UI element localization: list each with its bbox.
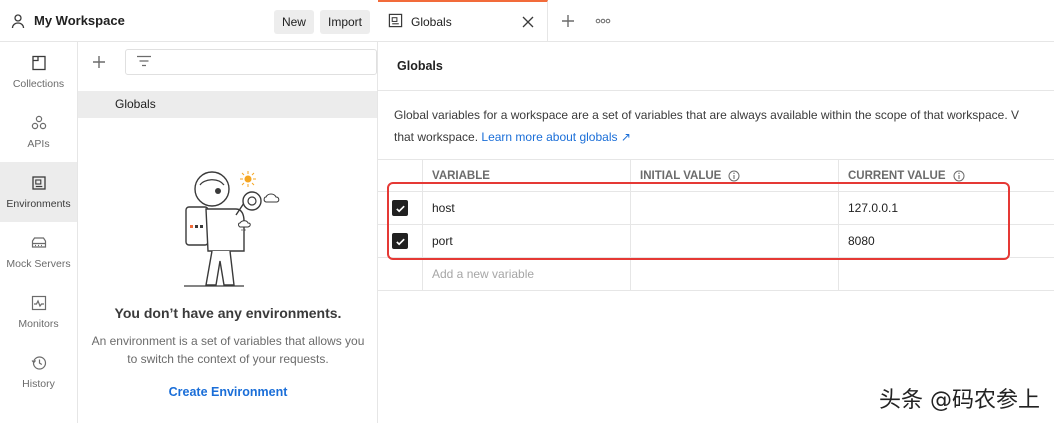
tab-globals[interactable]: Globals <box>378 0 548 41</box>
user-icon <box>10 13 26 29</box>
info-icon[interactable] <box>953 170 965 182</box>
rail-label-environments: Environments <box>6 198 71 210</box>
table-row: port 8080 <box>378 225 1054 258</box>
rail-item-history[interactable]: History <box>0 342 77 402</box>
plus-icon <box>562 14 574 27</box>
new-tab-button[interactable] <box>548 0 588 41</box>
add-variable-input[interactable]: Add a new variable <box>423 258 631 290</box>
rail-item-mock-servers[interactable]: Mock Servers <box>0 222 77 282</box>
rail-item-apis[interactable]: APIs <box>0 102 77 162</box>
environments-icon <box>31 176 46 190</box>
empty-state-description: An environment is a set of variables tha… <box>91 334 365 366</box>
header-variable-label: VARIABLE <box>432 169 490 182</box>
filter-input[interactable] <box>124 49 377 75</box>
rail-label-collections: Collections <box>12 78 65 90</box>
tab-label: Globals <box>411 14 452 29</box>
header-current-label: CURRENT VALUE <box>848 169 946 182</box>
variable-name-cell[interactable]: port <box>423 225 631 257</box>
header-current-value: CURRENT VALUE <box>839 160 1054 191</box>
history-icon <box>31 356 46 370</box>
globals-description: Global variables for a workspace are a s… <box>394 104 1054 148</box>
check-icon <box>395 205 405 212</box>
add-current-value-input[interactable] <box>839 258 1054 290</box>
learn-more-link[interactable]: Learn more about globals ↗ <box>481 130 630 144</box>
current-value-cell[interactable]: 8080 <box>839 225 1054 257</box>
description-line-2-text: that workspace. <box>394 130 479 144</box>
workspace-header: My Workspace New Import <box>0 0 378 42</box>
header-initial-label: INITIAL VALUE <box>640 169 722 182</box>
add-environment-icon[interactable] <box>90 53 108 71</box>
rail-label-mock-servers: Mock Servers <box>6 258 71 270</box>
astronaut-illustration <box>184 171 280 287</box>
rail-label-history: History <box>22 378 55 390</box>
row-checkbox[interactable] <box>392 233 408 249</box>
monitors-icon <box>31 295 46 311</box>
description-line-2: that workspace. Learn more about globals… <box>394 126 1054 148</box>
row-checkbox[interactable] <box>392 200 408 216</box>
rail-item-monitors[interactable]: Monitors <box>0 282 77 342</box>
add-variable-row: Add a new variable <box>378 258 1054 291</box>
workspace-title[interactable]: My Workspace <box>34 13 125 28</box>
info-icon[interactable] <box>728 170 740 182</box>
header-initial-value: INITIAL VALUE <box>631 160 839 191</box>
more-tabs-button[interactable] <box>588 0 618 41</box>
environment-tab-icon <box>388 13 403 31</box>
mock-servers-icon <box>31 237 46 248</box>
current-value-cell[interactable]: 127.0.0.1 <box>839 192 1054 224</box>
apis-icon <box>31 115 46 130</box>
create-environment-link[interactable]: Create Environment <box>78 385 378 399</box>
tab-bar: Globals <box>378 0 1054 42</box>
globals-item[interactable]: Globals <box>78 91 377 118</box>
rail-item-collections[interactable]: Collections <box>0 42 77 102</box>
variables-table: VARIABLE INITIAL VALUE CURRENT VALUE hos… <box>378 159 1054 291</box>
initial-value-cell[interactable] <box>631 192 839 224</box>
variable-name-cell[interactable]: host <box>423 192 631 224</box>
description-line-1: Global variables for a workspace are a s… <box>394 108 1019 122</box>
empty-state-title: You don’t have any environments. <box>114 305 342 321</box>
close-icon[interactable] <box>521 15 535 29</box>
table-header-row: VARIABLE INITIAL VALUE CURRENT VALUE <box>378 160 1054 192</box>
add-initial-value-input[interactable] <box>631 258 839 290</box>
rail-label-apis: APIs <box>27 138 50 150</box>
collections-icon <box>31 55 46 71</box>
filter-icon <box>136 55 152 70</box>
table-row: host 127.0.0.1 <box>378 192 1054 225</box>
environments-panel: Globals You don’t have any environments.… <box>78 42 378 423</box>
check-icon <box>395 238 405 245</box>
sidebar-rail: Collections APIs Environments Mock Serve… <box>0 42 78 423</box>
initial-value-cell[interactable] <box>631 225 839 257</box>
content-header: Globals <box>378 42 1054 91</box>
new-button[interactable]: New <box>273 10 314 34</box>
import-button[interactable]: Import <box>319 10 370 34</box>
page-title: Globals <box>397 59 443 73</box>
header-variable: VARIABLE <box>423 160 631 191</box>
watermark: 头条 @码农参上 <box>879 388 1040 413</box>
rail-label-monitors: Monitors <box>18 318 59 330</box>
ellipsis-icon <box>595 18 611 23</box>
rail-item-environments[interactable]: Environments <box>0 162 77 222</box>
